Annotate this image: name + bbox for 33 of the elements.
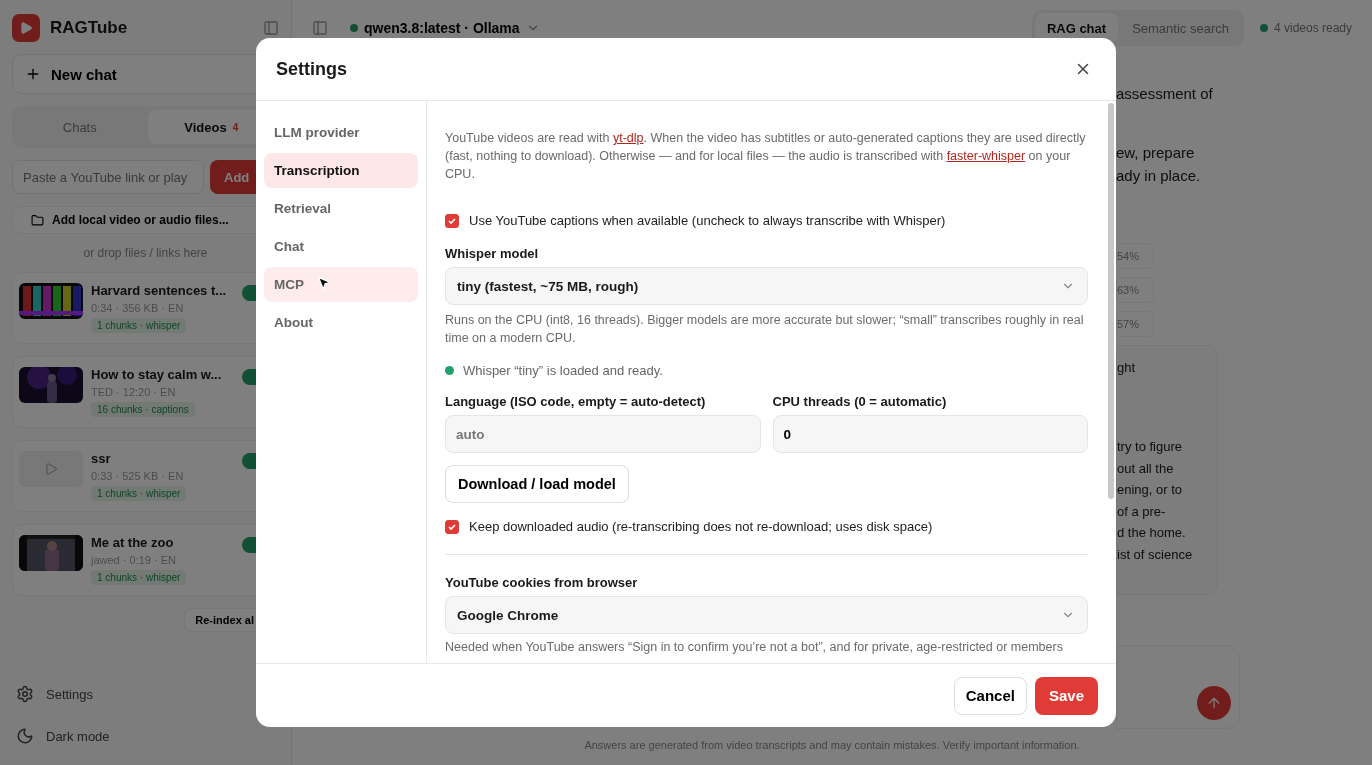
card-text: of a pre- xyxy=(1117,502,1167,521)
card-text: ening, or to xyxy=(1117,481,1184,499)
status-text: 4 videos ready xyxy=(1273,21,1352,35)
video-title: ssr xyxy=(91,451,112,466)
card-text: ist of science xyxy=(1117,545,1194,564)
intro-paragraph: YouTube videos are read with yt-dlp. When the video has subtitles or auto-generated captions they are used directly (fast, nothing to download). Otherwise — and for local files — the audio is transcribed with faster-whisper on your CPU. xyxy=(445,130,1087,183)
chunk-tag: 1 chunks · whisper xyxy=(91,318,187,333)
chunk-tag: 16 chunks · captions xyxy=(91,402,195,417)
video-title: Harvard sentences t... xyxy=(91,283,228,298)
card-text: out all the xyxy=(1117,459,1175,478)
card-title: ght xyxy=(1117,359,1137,377)
field-label: Language (ISO code, empty = auto-detect) xyxy=(445,394,707,409)
field-label: Whisper model xyxy=(445,246,540,261)
disclaimer: Answers are generated from video transcripts and may contain mistakes. Verify important information. xyxy=(583,738,1081,753)
keep-audio-label: Keep downloaded audio (re-transcribing does not re-download; uses disk space) xyxy=(469,519,933,534)
count-label: 4 xyxy=(232,121,239,133)
card-text: try to figure xyxy=(1117,438,1184,456)
captions-label: Use YouTube captions when available (uncheck to always transcribe with Whisper) xyxy=(469,213,946,228)
model-status: Whisper “tiny” is loaded and ready. xyxy=(463,363,663,378)
field-label: YouTube cookies from browser xyxy=(445,575,639,590)
video-title: Me at the zoo xyxy=(91,535,175,550)
field-label: CPU threads (0 = automatic) xyxy=(772,394,948,409)
card-text: d the home. xyxy=(1117,524,1187,542)
message-text: ady in place. xyxy=(1116,166,1202,186)
chunk-tag: 1 chunks · whisper xyxy=(91,486,187,501)
message-text: assessment of xyxy=(1116,84,1214,104)
app-name: RAGTube xyxy=(50,18,128,38)
cookies-hint: Needed when YouTube answers “Sign in to confirm you’re not a bot”, and for private, age-restricted or members xyxy=(445,639,1064,656)
video-title: How to stay calm w... xyxy=(91,367,223,382)
message-text: ew, prepare xyxy=(1116,143,1196,163)
dialog-title: Settings xyxy=(276,58,347,80)
model-hint: Runs on the CPU (int8, 16 threads). Bigger models are more accurate but slower; “small” transcribes roughly in real time on a modern CPU. xyxy=(445,312,1085,347)
chunk-tag: 1 chunks · whisper xyxy=(91,570,187,585)
